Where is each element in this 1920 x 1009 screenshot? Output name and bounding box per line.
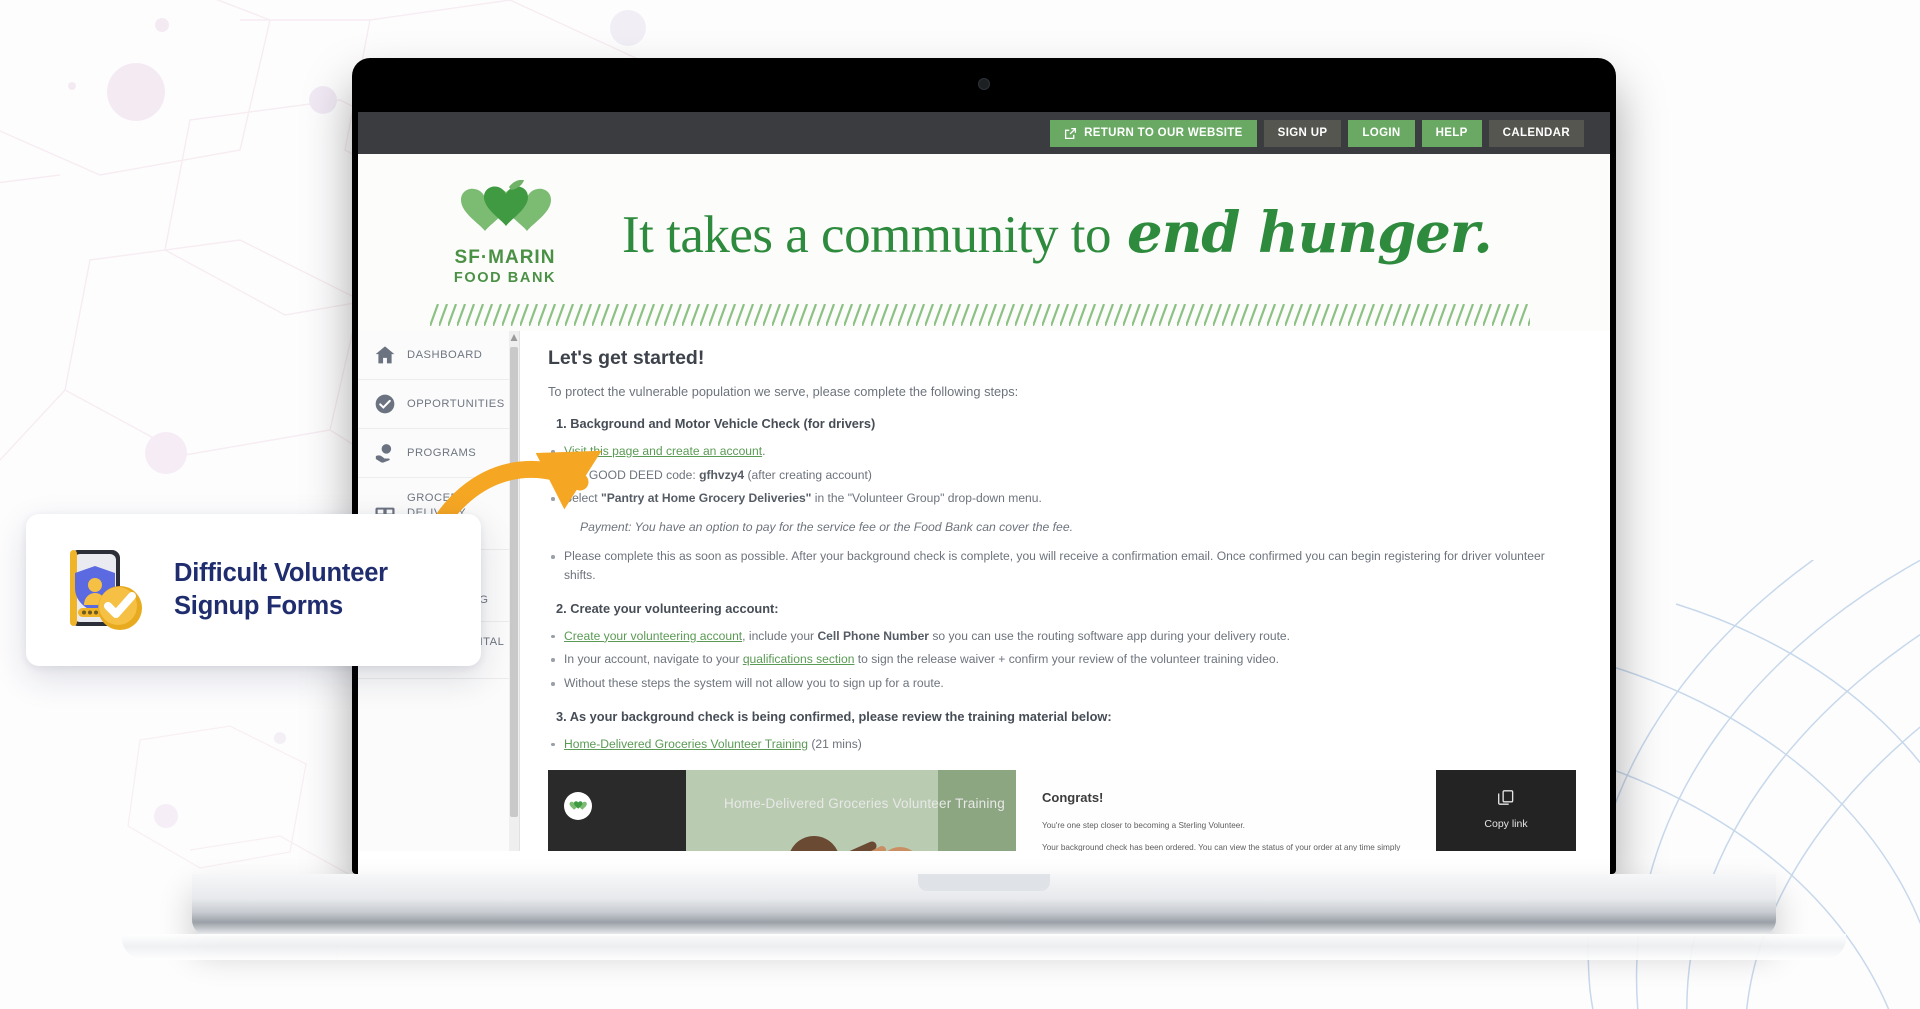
list-item: Please complete this as soon as possible… bbox=[548, 547, 1576, 584]
step3-list: Home-Delivered Groceries Volunteer Train… bbox=[548, 735, 1576, 754]
cell-phone-number-emphasis: Cell Phone Number bbox=[817, 628, 930, 643]
sidebar-item-dashboard[interactable]: DASHBOARD bbox=[358, 331, 519, 380]
copy-icon bbox=[1498, 789, 1514, 805]
card-title: Difficult Volunteer Signup Forms bbox=[174, 559, 388, 620]
logo-name: SF·MARIN bbox=[454, 247, 556, 268]
banner-headline-part1: It takes a community to bbox=[622, 206, 1111, 264]
laptop-foot-shadow bbox=[122, 934, 1846, 960]
logo-subtitle: FOOD BANK bbox=[453, 270, 557, 286]
step1-tail-list: Please complete this as soon as possible… bbox=[548, 547, 1576, 584]
list-item: Visit this page and create an account. bbox=[548, 442, 1576, 461]
banner-headline-part2: end hunger. bbox=[1126, 200, 1493, 266]
heart-apple-logo-icon bbox=[444, 179, 566, 242]
calendar-button[interactable]: CALENDAR bbox=[1488, 119, 1584, 147]
list-item-tail: so you can use the routing software app … bbox=[929, 628, 1291, 643]
laptop-lid: RETURN TO OUR WEBSITE SIGN UP LOGIN HELP… bbox=[352, 58, 1616, 924]
site-banner: SF·MARIN FOOD BANK It takes a community … bbox=[358, 154, 1610, 331]
sidebar-scrollbar-thumb[interactable] bbox=[510, 347, 518, 817]
training-video-link[interactable]: Home-Delivered Groceries Volunteer Train… bbox=[564, 737, 808, 751]
copy-link-label: Copy link bbox=[1484, 817, 1528, 830]
help-button[interactable]: HELP bbox=[1421, 119, 1482, 147]
video-right-bar: Copy link bbox=[1436, 769, 1576, 851]
laptop-base-notch bbox=[918, 874, 1050, 891]
list-item-tail: to sign the release waiver + confirm you… bbox=[854, 652, 1279, 667]
return-to-website-label: RETURN TO OUR WEBSITE bbox=[1084, 127, 1243, 139]
sf-marin-logo[interactable]: SF·MARIN FOOD BANK bbox=[444, 179, 566, 286]
laptop-camera-icon bbox=[978, 78, 990, 90]
calendar-label: CALENDAR bbox=[1502, 127, 1570, 139]
video-left-bar bbox=[548, 769, 686, 851]
scroll-up-arrow-icon[interactable] bbox=[510, 333, 518, 343]
page-body: DASHBOARD OPPORTUNITIES PROGRAMS GROCERY… bbox=[358, 331, 1610, 851]
browser-screen: RETURN TO OUR WEBSITE SIGN UP LOGIN HELP… bbox=[358, 112, 1610, 924]
check-circle-icon bbox=[375, 394, 395, 414]
slide-heading: Congrats! bbox=[1042, 789, 1104, 805]
step3-heading: 3. As your background check is being con… bbox=[556, 708, 1112, 724]
sidebar-label-dashboard: DASHBOARD bbox=[407, 348, 483, 361]
video-slide-document: Congrats! You're one step closer to beco… bbox=[1016, 769, 1436, 851]
list-item-lead: Select bbox=[564, 491, 601, 506]
list-item: Create your volunteering account, includ… bbox=[548, 627, 1576, 646]
sidebar-label-programs: PROGRAMS bbox=[407, 446, 477, 459]
sidebar-item-opportunities[interactable]: OPPORTUNITIES bbox=[358, 380, 519, 429]
step1-heading: 1. Background and Motor Vehicle Check (f… bbox=[556, 416, 876, 431]
main-content: Let's get started! To protect the vulner… bbox=[520, 331, 1610, 851]
sf-marin-heart-logo-icon bbox=[564, 791, 592, 820]
intro-text: To protect the vulnerable population we … bbox=[548, 384, 1019, 399]
list-item: Select "Pantry at Home Grocery Deliverie… bbox=[548, 489, 1576, 508]
slide-paragraph: You're one step closer to becoming a Ste… bbox=[1042, 820, 1245, 830]
top-navigation-bar: RETURN TO OUR WEBSITE SIGN UP LOGIN HELP… bbox=[358, 112, 1610, 154]
home-icon bbox=[375, 346, 395, 364]
feature-callout-card: Difficult Volunteer Signup Forms bbox=[26, 514, 481, 666]
page-title: Let's get started! bbox=[548, 347, 705, 369]
list-item-tail: in the "Volunteer Group" drop-down menu. bbox=[811, 491, 1042, 506]
training-video-player[interactable]: Home-Delivered Groceries Volunteer Train… bbox=[548, 769, 1576, 851]
list-item: In your account, navigate to your qualif… bbox=[548, 650, 1576, 669]
list-item-tail: . bbox=[762, 444, 766, 458]
slide-paragraph: Your background check has been ordered. … bbox=[1042, 842, 1401, 851]
list-item-tail: (after creating account) bbox=[744, 467, 872, 482]
step1-list: Visit this page and create an account. U… bbox=[548, 442, 1576, 508]
login-label: LOGIN bbox=[1362, 127, 1401, 139]
qualifications-section-link[interactable]: qualifications section bbox=[743, 652, 855, 666]
help-label: HELP bbox=[1435, 127, 1468, 139]
create-account-link[interactable]: Create your volunteering account bbox=[564, 629, 742, 643]
list-item-lead: Use GOOD DEED code: bbox=[564, 467, 700, 482]
banner-headline: It takes a community to end hunger. bbox=[622, 200, 1493, 266]
laptop-mockup: RETURN TO OUR WEBSITE SIGN UP LOGIN HELP… bbox=[122, 58, 1846, 960]
sign-up-label: SIGN UP bbox=[1277, 127, 1328, 139]
copy-link-button[interactable]: Copy link bbox=[1484, 788, 1528, 830]
volunteer-group-value: "Pantry at Home Grocery Deliveries" bbox=[600, 491, 812, 506]
payment-note: Payment: You have an option to pay for t… bbox=[580, 520, 1073, 535]
list-item-mid: , include your bbox=[742, 628, 818, 643]
list-item: Home-Delivered Groceries Volunteer Train… bbox=[548, 735, 1576, 754]
step2-heading: 2. Create your volunteering account: bbox=[556, 600, 779, 616]
video-title: Home-Delivered Groceries Volunteer Train… bbox=[724, 795, 1005, 811]
list-item: Without these steps the system will not … bbox=[548, 674, 1576, 693]
phone-shield-check-icon bbox=[70, 550, 142, 630]
list-item: Use GOOD DEED code: gfhvzy4 (after creat… bbox=[548, 466, 1576, 485]
external-link-icon bbox=[1065, 127, 1077, 139]
list-item-lead: In your account, navigate to your bbox=[564, 652, 743, 667]
list-item-tail: (21 mins) bbox=[808, 736, 862, 751]
sign-up-button[interactable]: SIGN UP bbox=[1263, 119, 1342, 147]
return-to-website-button[interactable]: RETURN TO OUR WEBSITE bbox=[1050, 119, 1257, 147]
good-deed-code: gfhvzy4 bbox=[699, 467, 745, 482]
sidebar-item-programs[interactable]: PROGRAMS bbox=[358, 429, 519, 478]
visit-page-link[interactable]: Visit this page and create an account bbox=[564, 444, 762, 458]
login-button[interactable]: LOGIN bbox=[1348, 119, 1415, 147]
banner-hatch-divider bbox=[430, 304, 1530, 326]
hand-globe-icon bbox=[375, 444, 392, 463]
step2-list: Create your volunteering account, includ… bbox=[548, 627, 1576, 693]
sidebar-label-opportunities: OPPORTUNITIES bbox=[407, 397, 505, 410]
